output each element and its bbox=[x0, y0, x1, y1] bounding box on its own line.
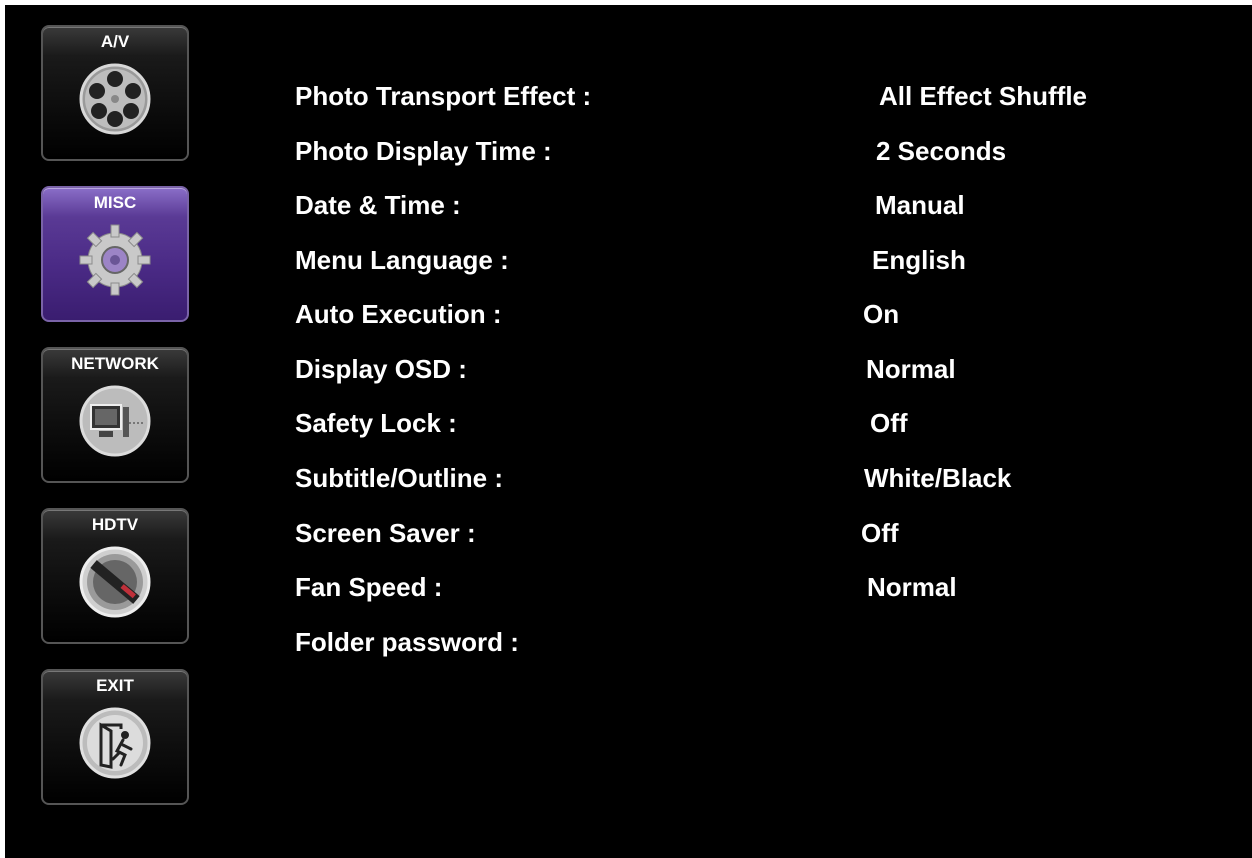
setting-value: Normal bbox=[867, 572, 957, 602]
setting-value: White/Black bbox=[864, 463, 1012, 493]
sidebar-item-misc[interactable]: MISC bbox=[41, 186, 189, 322]
setting-label: Auto Execution : bbox=[295, 299, 502, 329]
exit-door-icon bbox=[79, 707, 151, 779]
setting-value: On bbox=[863, 299, 900, 329]
setting-value: All Effect Shuffle bbox=[879, 81, 1088, 111]
setting-value: English bbox=[872, 245, 966, 275]
sidebar-item-label: HDTV bbox=[91, 515, 139, 534]
gear-icon bbox=[79, 224, 151, 296]
setting-value: Off bbox=[861, 518, 899, 548]
setting-label: Photo Transport Effect : bbox=[295, 81, 592, 111]
setting-value: Manual bbox=[875, 190, 965, 220]
sidebar-item-label: EXIT bbox=[96, 676, 134, 695]
osd-screen: A/V MISC NETWORK HDTV EXIT Photo Transpo… bbox=[5, 5, 1252, 858]
setting-label: Photo Display Time : bbox=[295, 136, 552, 166]
setting-label: Folder password : bbox=[295, 627, 519, 657]
setting-label: Safety Lock : bbox=[295, 408, 457, 438]
film-reel-icon bbox=[79, 63, 151, 135]
sidebar-item-network[interactable]: NETWORK bbox=[41, 347, 189, 483]
sidebar-item-hdtv[interactable]: HDTV bbox=[41, 508, 189, 644]
sidebar-item-exit[interactable]: EXIT bbox=[41, 669, 189, 805]
setting-label: Fan Speed : bbox=[295, 572, 443, 602]
setting-label: Display OSD : bbox=[295, 354, 467, 384]
setting-value: Normal bbox=[866, 354, 956, 384]
setting-value: 2 Seconds bbox=[876, 136, 1007, 166]
computer-icon bbox=[79, 385, 151, 457]
sidebar-item-label: A/V bbox=[100, 32, 130, 51]
sidebar-item-av[interactable]: A/V bbox=[41, 25, 189, 161]
setting-label: Menu Language : bbox=[295, 245, 509, 275]
setting-label: Subtitle/Outline : bbox=[295, 463, 503, 493]
sidebar-item-label: NETWORK bbox=[71, 354, 159, 373]
setting-value: Off bbox=[870, 408, 908, 438]
setting-label: Screen Saver : bbox=[295, 518, 476, 548]
sidebar-item-label: MISC bbox=[93, 193, 137, 212]
setting-label: Date & Time : bbox=[295, 190, 461, 220]
hdtv-dial-icon bbox=[79, 546, 151, 618]
